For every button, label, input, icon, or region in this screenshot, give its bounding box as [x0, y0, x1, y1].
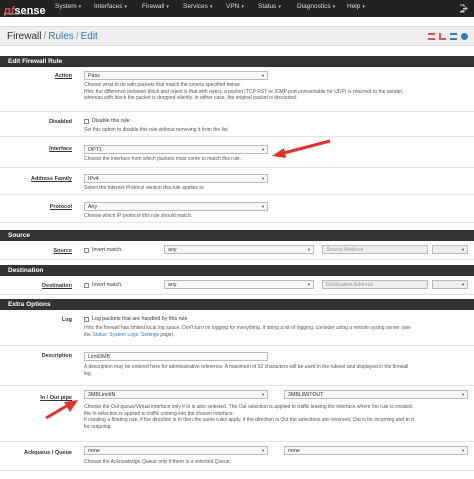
section-source: Source — [0, 230, 474, 241]
log-label: Log — [61, 317, 72, 323]
chevron-down-icon: ▾ — [124, 4, 128, 10]
chevron-down-icon: ▼ — [307, 247, 311, 252]
source-label: Source — [53, 248, 72, 254]
logout-icon[interactable] — [459, 4, 468, 13]
in-pipe-select[interactable]: 3MBLimitIN ▼ — [84, 390, 268, 399]
ackqueue-label: Ackqueue / Queue — [24, 450, 72, 456]
section-edit-firewall-rule: Edit Firewall Rule — [0, 56, 474, 67]
pfsense-logo[interactable]: pfsense COMMUNITY EDITION — [4, 1, 46, 17]
destination-invert-label: Invert match. — [92, 282, 123, 288]
menu-vpn[interactable]: VPN ▾ — [226, 3, 244, 10]
source-type-select[interactable]: any ▼ — [164, 245, 314, 254]
chevron-down-icon: ▼ — [261, 448, 265, 453]
menu-diagnostics[interactable]: Diagnostics ▾ — [297, 3, 335, 10]
system-logs-settings-link[interactable]: Status: System Logs: Settings — [92, 332, 159, 338]
interface-label: Interface — [49, 146, 72, 152]
row-protocol: Protocol Any ▼ Choose which IP protocol t… — [0, 196, 474, 223]
row-interface: Interface OPT1 ▼ Choose the interface fro… — [0, 138, 474, 168]
logo-edition-text: COMMUNITY EDITION — [4, 12, 38, 16]
out-pipe-select[interactable]: 3MBLIMITOUT ▼ — [284, 390, 468, 399]
action-label: Action — [54, 73, 72, 79]
destination-mask-select[interactable]: ▼ — [432, 280, 468, 289]
chevron-down-icon: ▾ — [241, 4, 244, 10]
menu-system[interactable]: System ▾ — [55, 3, 81, 10]
chevron-down-icon: ▼ — [461, 392, 465, 397]
address-family-select[interactable]: IPv4 ▼ — [84, 174, 268, 183]
source-address-input[interactable]: Source Address — [322, 245, 428, 254]
chevron-down-icon: ▼ — [261, 204, 265, 209]
breadcrumb-bar: Firewall / Rules / Edit — [0, 26, 474, 46]
annotation-arrow-icon — [45, 400, 78, 420]
chevron-down-icon: ▼ — [261, 73, 265, 78]
interface-help: Choose the interface from which packets … — [84, 156, 242, 162]
chevron-down-icon: ▾ — [78, 4, 82, 10]
chart-icon[interactable] — [439, 33, 446, 40]
menu-help[interactable]: Help ▾ — [347, 3, 365, 10]
row-ackqueue: Ackqueue / Queue none ▼ none ▼ Choose the … — [0, 443, 474, 471]
chevron-down-icon: ▼ — [307, 282, 311, 287]
destination-address-input[interactable]: Destination Address — [322, 280, 428, 289]
protocol-label: Protocol — [49, 204, 72, 210]
destination-invert-checkbox[interactable] — [84, 283, 89, 288]
description-input[interactable]: Limit3MB — [84, 352, 268, 361]
breadcrumb: Firewall / Rules / Edit — [7, 31, 98, 42]
destination-label: Destination — [42, 283, 72, 289]
chevron-down-icon: ▾ — [278, 4, 281, 10]
address-family-label: Address Family — [31, 176, 72, 182]
help-icon[interactable] — [461, 33, 468, 40]
chevron-down-icon: ▼ — [461, 282, 465, 287]
chevron-down-icon: ▾ — [166, 4, 169, 10]
breadcrumb-edit[interactable]: Edit — [81, 31, 98, 42]
log-checkbox-label: Log packets that are handled by this rul… — [92, 316, 188, 322]
disable-rule-checkbox[interactable] — [84, 119, 89, 124]
disable-rule-checkbox-label: Disable this rule — [92, 118, 130, 124]
chevron-down-icon: ▾ — [362, 4, 365, 10]
top-navbar: pfsense COMMUNITY EDITION System ▾ Interf… — [0, 0, 474, 17]
row-address-family: Address Family IPv4 ▼ Select the Internet… — [0, 169, 474, 195]
log-checkbox[interactable] — [84, 317, 89, 322]
sliders-icon[interactable] — [428, 33, 435, 40]
queue-select[interactable]: none ▼ — [284, 446, 468, 455]
chevron-down-icon: ▼ — [261, 176, 265, 181]
chevron-down-icon: ▾ — [332, 4, 336, 10]
protocol-help: Choose which IP protocol this rule shoul… — [84, 213, 193, 219]
row-description: Description Limit3MB A description may b… — [0, 347, 474, 386]
row-source: Source Invert match. any ▼ Source Address… — [0, 242, 474, 260]
source-invert-label: Invert match. — [92, 247, 123, 253]
row-log: Log Log packets that are handled by this… — [0, 311, 474, 346]
description-label: Description — [41, 353, 72, 359]
source-invert-checkbox[interactable] — [84, 248, 89, 253]
source-mask-select[interactable]: ▼ — [432, 245, 468, 254]
row-destination: Destination Invert match. any ▼ Destinati… — [0, 277, 474, 295]
section-destination: Destination — [0, 265, 474, 276]
row-action: Action Pass ▼ Choose what to do with pack… — [0, 68, 474, 112]
chevron-down-icon: ▼ — [261, 392, 265, 397]
protocol-select[interactable]: Any ▼ — [84, 202, 268, 211]
chevron-down-icon: ▼ — [261, 147, 265, 152]
menu-status[interactable]: Status ▾ — [258, 3, 281, 10]
action-select[interactable]: Pass ▼ — [84, 71, 268, 80]
destination-type-select[interactable]: any ▼ — [164, 280, 314, 289]
ackqueue-help: Choose the Acknowledge Queue only if the… — [84, 459, 232, 465]
row-disabled: Disabled Disable this rule Set this opti… — [0, 113, 474, 137]
breadcrumb-rules[interactable]: Rules — [48, 31, 74, 42]
menu-services[interactable]: Services ▾ — [183, 3, 212, 10]
section-extra-options: Extra Options — [0, 299, 474, 310]
menu-interfaces[interactable]: Interfaces ▾ — [94, 3, 127, 10]
annotation-arrow-icon — [272, 139, 331, 158]
address-family-help: Select the Internet Protocol version thi… — [84, 185, 205, 191]
breadcrumb-firewall: Firewall — [7, 31, 42, 42]
chevron-down-icon: ▾ — [209, 4, 213, 10]
chevron-down-icon: ▼ — [461, 448, 465, 453]
ackqueue-select[interactable]: none ▼ — [84, 446, 268, 455]
disabled-label: Disabled — [49, 119, 72, 125]
menu-firewall[interactable]: Firewall ▾ — [142, 3, 169, 10]
chevron-down-icon: ▼ — [461, 247, 465, 252]
disabled-help: Set this option to disable this rule wit… — [84, 127, 230, 133]
interface-select[interactable]: OPT1 ▼ — [84, 145, 268, 154]
list-icon[interactable] — [450, 33, 457, 40]
